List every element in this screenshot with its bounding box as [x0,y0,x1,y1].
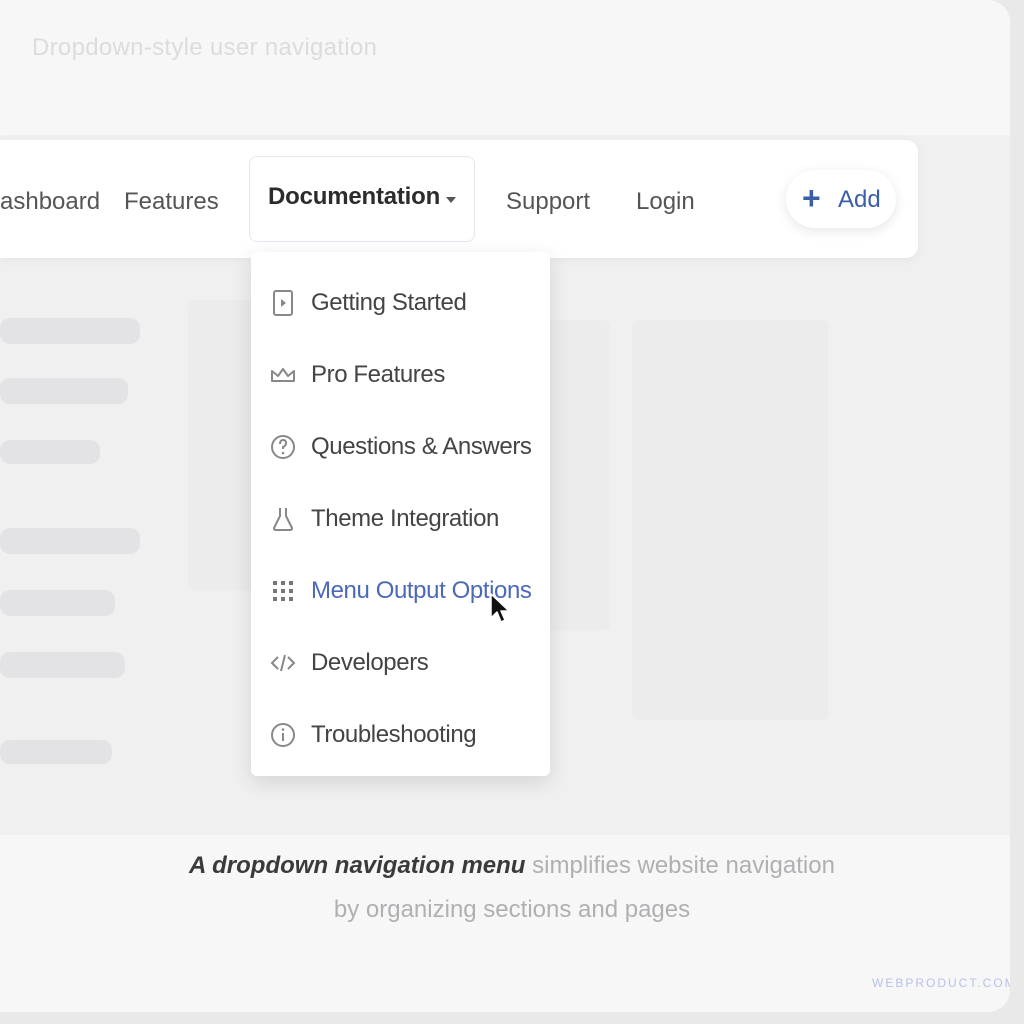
skeleton-line [0,740,112,764]
app-frame: Dropdown-style user navigation ashboard … [0,0,1010,1012]
mouse-cursor-icon [489,592,513,626]
caption-emphasis: A dropdown navigation menu [189,852,526,879]
caption-line-2: by organizing sections and pages [333,896,691,923]
dropdown-item-label: Pro Features [311,361,445,388]
dropdown-item-pro-features[interactable]: Pro Features [251,349,550,401]
add-button[interactable]: + Add [786,170,896,228]
dropdown-item-label: Getting Started [311,289,467,316]
skeleton-line [0,378,128,404]
skeleton-line [0,528,140,554]
skeleton-card [188,300,260,590]
flask-icon [269,505,297,533]
chevron-down-icon [446,197,456,203]
nav-item-login[interactable]: Login [636,184,695,220]
dropdown-item-label: Theme Integration [311,505,499,532]
dropdown-item-theme-integration[interactable]: Theme Integration [251,493,550,545]
footer-logo: WEBPRODUCT.COM [872,976,1010,990]
nav-item-label: Documentation [268,183,441,210]
dropdown-item-label: Troubleshooting [311,721,477,748]
nav-item-support[interactable]: Support [506,184,590,220]
nav-item-features[interactable]: Features [124,184,219,220]
documentation-dropdown: Getting Started Pro Features Questions &… [251,252,550,776]
caption-line-1: A dropdown navigation menu simplifies we… [0,852,1010,880]
dropdown-item-questions-answers[interactable]: Questions & Answers [251,421,550,473]
dropdown-item-label: Developers [311,649,429,676]
caption-text: simplifies website navigation [525,852,835,879]
plus-icon: + [802,180,821,216]
skeleton-card [540,320,610,630]
crown-icon [269,361,297,389]
page-heading: Dropdown-style user navigation [32,34,378,61]
dropdown-item-label: Questions & Answers [311,433,532,460]
dropdown-item-developers[interactable]: Developers [251,637,550,689]
info-circle-icon [269,721,297,749]
skeleton-line [0,440,100,464]
nav-item-documentation[interactable]: Documentation [249,156,475,242]
nav-item-dashboard[interactable]: ashboard [0,184,100,220]
code-icon [269,649,297,677]
skeleton-line [0,318,140,344]
dropdown-item-troubleshooting[interactable]: Troubleshooting [251,709,550,761]
skeleton-card [632,320,828,720]
grid-icon [269,577,297,605]
add-button-label: Add [838,186,881,213]
skeleton-line [0,590,115,616]
question-circle-icon [269,433,297,461]
skeleton-line [0,652,125,678]
play-box-icon [269,289,297,317]
dropdown-item-getting-started[interactable]: Getting Started [251,277,550,329]
